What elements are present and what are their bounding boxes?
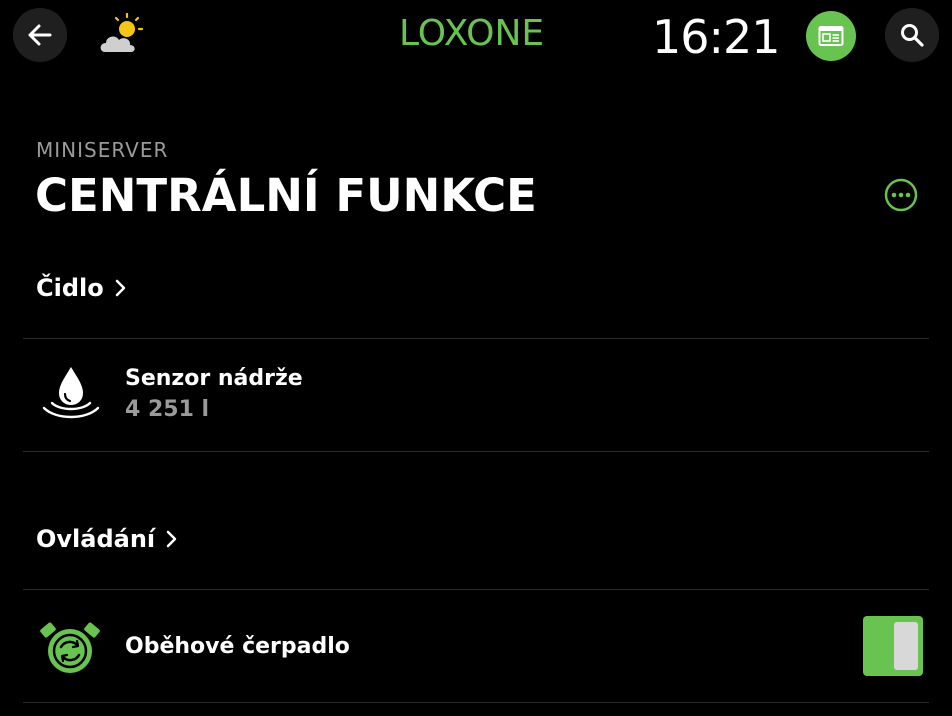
loxone-logo: LOXONE <box>399 13 545 54</box>
search-icon <box>901 24 924 47</box>
water-drop-icon <box>40 363 102 429</box>
item-name: Senzor nádrže <box>125 366 303 391</box>
page-title: CENTRÁLNÍ FUNKCE <box>35 169 537 222</box>
chevron-right-icon <box>114 278 128 298</box>
more-options-icon <box>884 178 918 212</box>
section-label: Čidlo <box>36 274 104 302</box>
arrow-left-icon <box>28 24 52 46</box>
divider <box>23 702 929 703</box>
weather-widget[interactable] <box>96 12 148 56</box>
item-name: Oběhové čerpadlo <box>125 634 350 659</box>
page-subtitle: MINISERVER <box>36 138 169 162</box>
pump-toggle-switch[interactable] <box>863 616 923 676</box>
section-header-cidlo[interactable]: Čidlo <box>36 270 128 306</box>
section-header-ovladani[interactable]: Ovládání <box>36 521 179 557</box>
news-button[interactable] <box>806 11 856 61</box>
back-button[interactable] <box>13 8 67 62</box>
news-icon <box>818 26 844 46</box>
toggle-knob <box>894 622 918 670</box>
clock: 16:21 <box>652 10 781 64</box>
more-options-button[interactable] <box>884 178 918 212</box>
circulation-pump-icon <box>39 617 101 683</box>
section-label: Ovládání <box>36 525 156 553</box>
search-button[interactable] <box>885 8 939 62</box>
item-value: 4 251 l <box>125 397 210 422</box>
divider <box>23 451 929 452</box>
chevron-right-icon <box>165 529 179 549</box>
app: LOXONE 16:21 MINISERVER CENTRÁLNÍ FUNKCE… <box>0 0 952 716</box>
list-item-obehove-cerpadlo[interactable]: Oběhové čerpadlo <box>23 590 929 702</box>
list-item-senzor-nadrze[interactable]: Senzor nádrže 4 251 l <box>23 339 929 451</box>
partly-cloudy-icon <box>100 12 144 52</box>
